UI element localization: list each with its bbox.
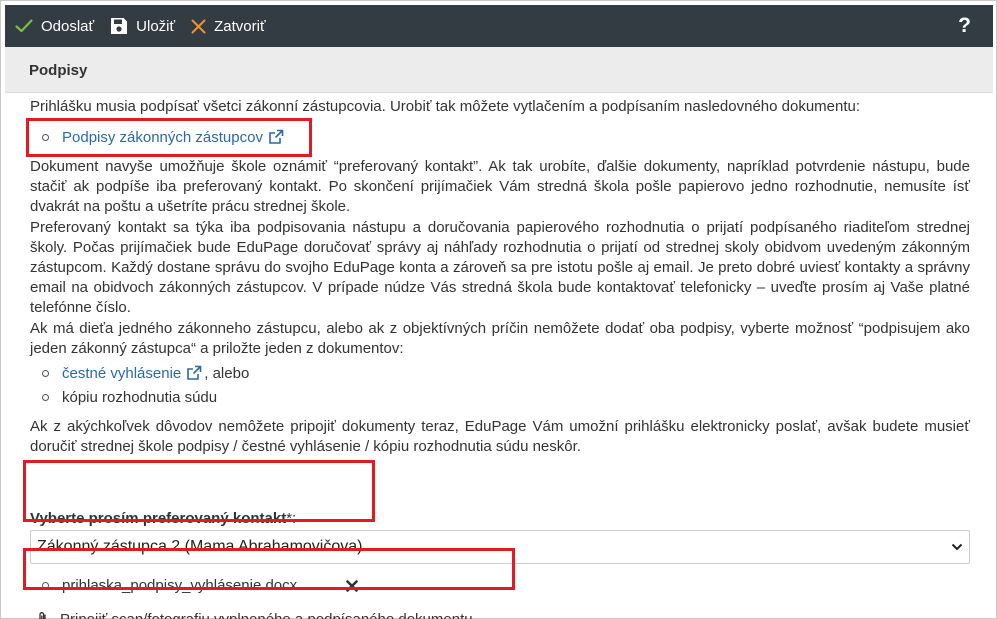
help-icon: ? [958,14,971,37]
save-button[interactable]: Uložiť [102,5,183,47]
floppy-disk-icon [111,18,128,34]
section-title: Podpisy [5,47,993,93]
list-item-court-decision: kópiu rozhodnutia súdu [30,384,217,410]
paragraph-preferred-contact: Dokument navyše umožňuje škole oznámiť “… [30,158,970,215]
highlight-doc-link [26,118,312,157]
paragraph-single-guardian: Ak má dieťa jedného zákonneho zástupcu, … [30,320,970,357]
attach-document-label: Pripojiť scan/fotografiu vyplneného a po… [60,610,473,619]
highlight-attach-button [23,548,515,590]
chevron-down-icon [951,543,963,551]
list-item-declaration: čestné vyhlásenie , alebo [30,360,249,386]
toolbar: Odoslať Uložiť Zatvoriť ? [5,5,993,47]
paragraph-preferred-contact-details: Preferovaný kontakt sa týka iba podpisov… [30,219,970,316]
bullet-dot [42,369,49,377]
bullet-dot [42,393,49,401]
paperclip-icon [39,612,46,619]
attach-document-button[interactable]: Pripojiť scan/fotografiu vyplneného a po… [36,603,473,619]
close-icon [191,19,206,33]
send-button[interactable]: Odoslať [5,5,102,47]
help-button[interactable]: ? [948,5,993,47]
declaration-link[interactable]: čestné vyhlásenie [62,365,181,382]
paragraph-later-submission: Ak z akýchkoľvek dôvodov nemôžete pripoj… [30,418,970,455]
highlight-contact-select [23,460,375,522]
window-frame: Odoslať Uložiť Zatvoriť ? Podpisy Prihlá… [0,0,997,619]
close-label: Zatvoriť [214,17,266,35]
check-icon [15,19,33,33]
external-link-icon [187,365,202,380]
intro-text: Prihlášku musia podpísať všetci zákonní … [30,98,861,115]
court-decision-text: kópiu rozhodnutia súdu [62,388,218,406]
close-button[interactable]: Zatvoriť [183,5,273,47]
save-label: Uložiť [136,17,176,35]
send-label: Odoslať [41,17,95,35]
declaration-suffix: , alebo [204,364,250,382]
